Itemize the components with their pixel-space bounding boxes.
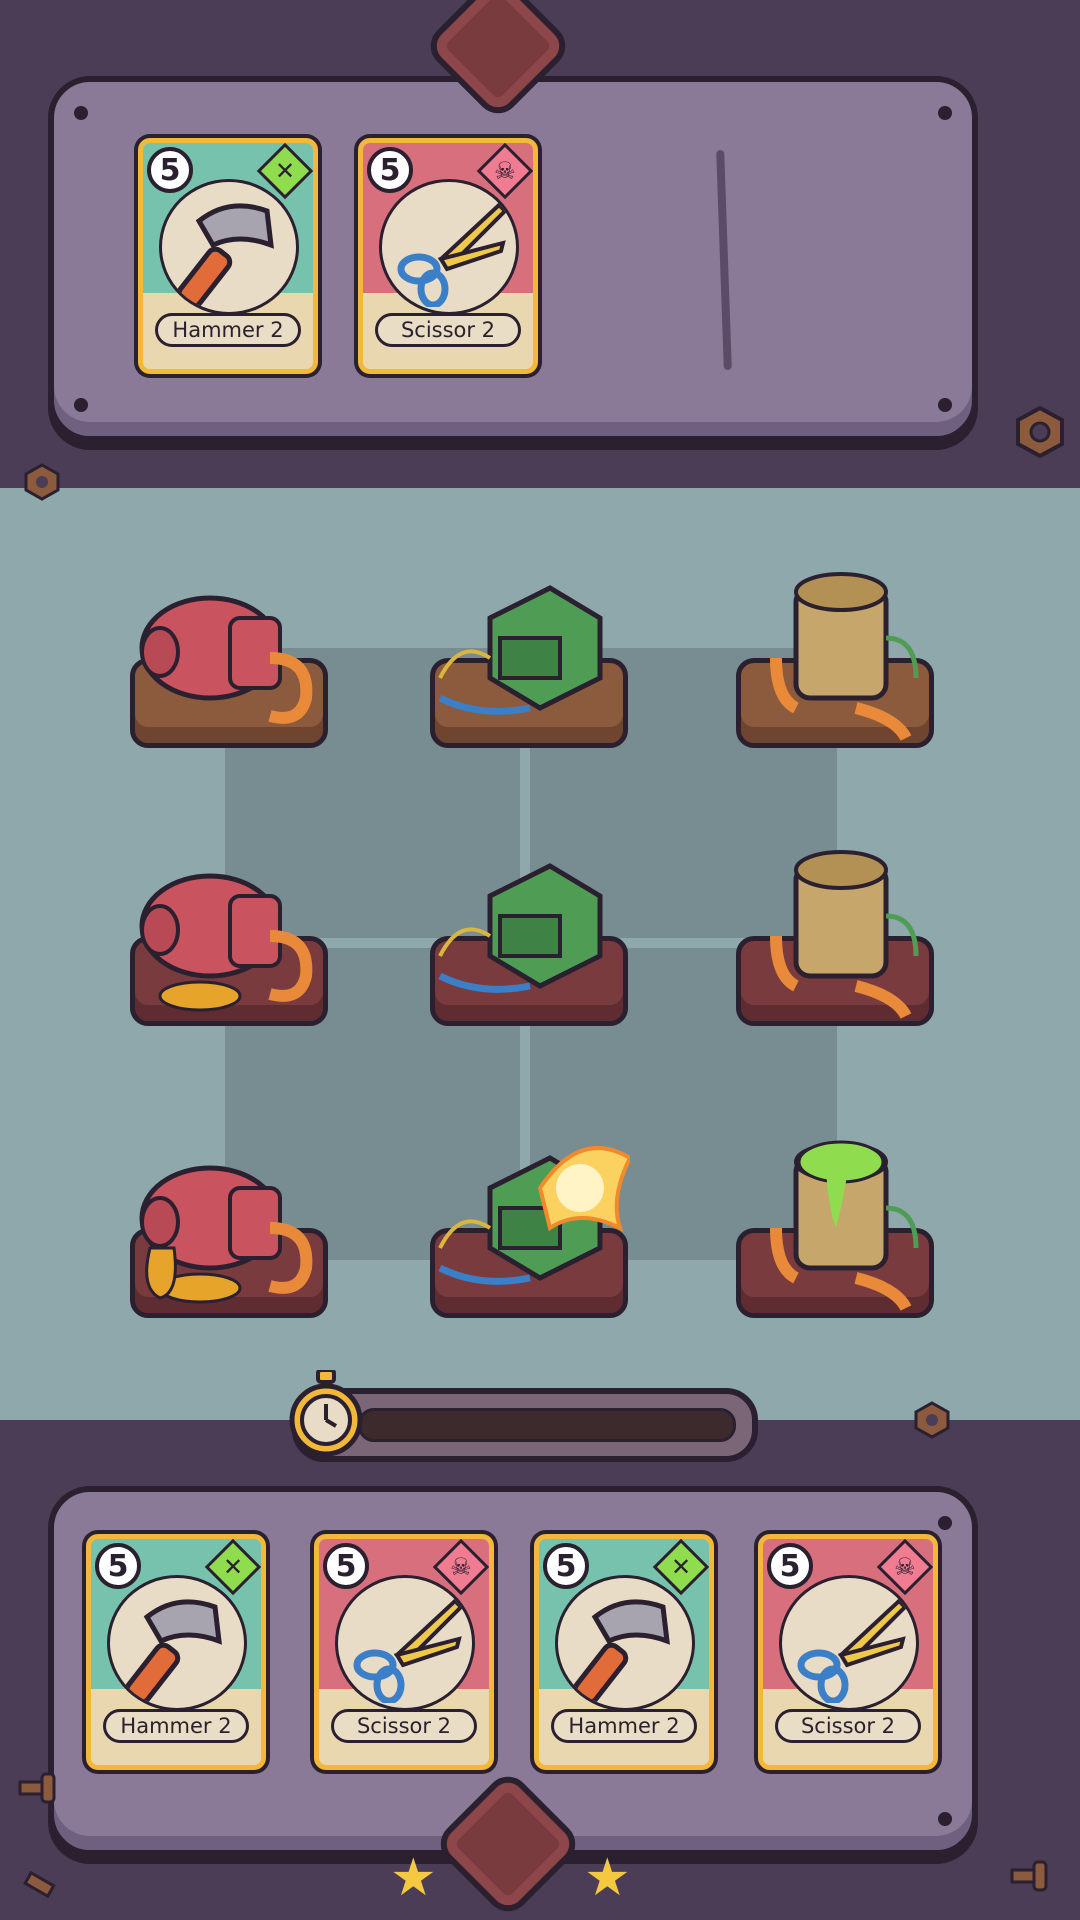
card-scissors[interactable]: 5 ☠ Scissor 2 [758,1534,938,1770]
card-cost: 5 [543,1543,589,1589]
card-name: Scissor 2 [775,1709,921,1743]
green-generator-machine-burning[interactable] [430,1118,630,1318]
card-name: Hammer 2 [551,1709,697,1743]
red-tank-machine-intact[interactable] [130,548,330,748]
card-cost: 5 [323,1543,369,1589]
scissors-icon [335,1575,475,1711]
red-tank-machine-leaking[interactable] [130,826,330,1026]
card-name: Scissor 2 [331,1709,477,1743]
screw-icon [1010,1860,1048,1892]
tan-boiler-machine-intact[interactable] [736,548,936,748]
card-cost: 5 [767,1543,813,1589]
card-hammer[interactable]: 5 ✕ Hammer 2 [534,1534,714,1770]
card-name: Scissor 2 [375,313,521,347]
nut-icon [1016,405,1064,459]
hammer-icon [159,179,299,315]
tan-boiler-machine-cracked[interactable] [736,826,936,1026]
card-hammer[interactable]: 5 ✕ Hammer 2 [86,1534,266,1770]
game-screen: 5 ✕ Hammer 2 5 ☠ Scissor 2 5 ✕ Hammer 2 5 ☠ Scisso… [0,0,1080,1920]
green-generator-machine-worn[interactable] [430,826,630,1026]
hammer-icon [555,1575,695,1711]
rivet [938,398,952,412]
card-name: Hammer 2 [155,313,301,347]
card-cost: 5 [95,1543,141,1589]
rivet [74,398,88,412]
card-cost: 5 [147,147,193,193]
scissors-icon [379,179,519,315]
card-hammer[interactable]: 5 ✕ Hammer 2 [138,138,318,374]
card-cost: 5 [367,147,413,193]
card-name: Hammer 2 [103,1709,249,1743]
green-generator-machine-intact[interactable] [430,548,630,748]
screw-icon [23,1870,56,1899]
scissors-icon [779,1575,919,1711]
timer-fill-track [358,1408,736,1442]
rivet [938,1812,952,1826]
nut-icon [914,1401,950,1439]
rivet [938,1516,952,1530]
rivet [938,106,952,120]
card-scissors[interactable]: 5 ☠ Scissor 2 [358,138,538,374]
rivet [74,106,88,120]
screw-icon [18,1772,56,1804]
stopwatch-icon [286,1368,366,1458]
nut-icon [24,463,60,501]
star-icon: ★ [584,1848,631,1908]
star-icon: ★ [390,1848,437,1908]
red-tank-machine-broken[interactable] [130,1118,330,1318]
tan-boiler-machine-overflowing[interactable] [736,1118,936,1318]
card-scissors[interactable]: 5 ☠ Scissor 2 [314,1534,494,1770]
hammer-icon [107,1575,247,1711]
